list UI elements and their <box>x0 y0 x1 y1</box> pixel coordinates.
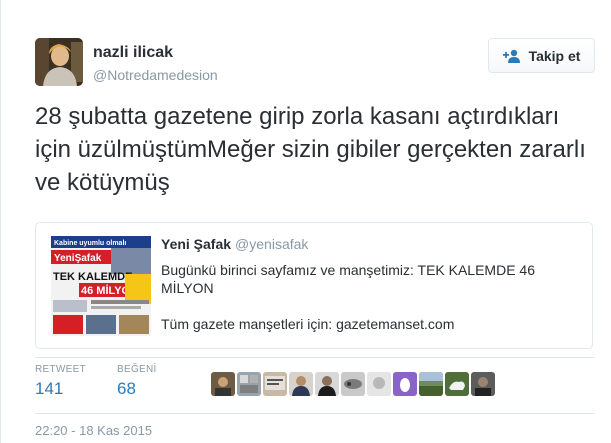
retweeter-avatar[interactable] <box>445 372 469 396</box>
retweeter-avatar[interactable] <box>237 372 261 396</box>
retweeter-avatar[interactable] <box>367 372 391 396</box>
retweeter-avatar[interactable] <box>419 372 443 396</box>
quoted-tweet[interactable]: Kabine uyumlu olmalı YeniŞafak TEK KALEM… <box>35 222 593 349</box>
follow-button[interactable]: Takip et <box>488 38 595 73</box>
retweeter-avatar[interactable] <box>315 372 339 396</box>
retweeter-avatar[interactable] <box>289 372 313 396</box>
tweet-card: nazli ilicak @Notredamedesion Takip et 2… <box>0 0 611 443</box>
quoted-tweet-line-2: Tüm gazete manşetleri için: gazetemanset… <box>161 316 455 332</box>
author-display-name[interactable]: nazli ilicak <box>93 44 173 62</box>
like-stat[interactable]: BEĞENİ 68 <box>117 364 157 399</box>
thumbnail-masthead: YeniŞafak <box>54 253 102 264</box>
like-label: BEĞENİ <box>117 364 157 375</box>
thumbnail-headline-1: TEK KALEMDE <box>53 271 132 283</box>
like-count: 68 <box>117 379 136 398</box>
stats-divider-top <box>35 357 595 358</box>
tweet-timestamp[interactable]: 22:20 - 18 Kas 2015 <box>35 423 152 438</box>
add-user-icon <box>502 49 520 63</box>
retweeter-avatars <box>211 372 495 396</box>
follow-button-label: Takip et <box>528 47 581 64</box>
retweeter-avatar[interactable] <box>211 372 235 396</box>
retweeter-avatar-egg[interactable] <box>393 372 417 396</box>
quoted-tweet-author[interactable]: Yeni Şafak @yenisafak <box>161 236 308 252</box>
retweeter-avatar[interactable] <box>341 372 365 396</box>
quoted-tweet-text: Bugünkü birinci sayfamız ve manşetimiz: … <box>161 261 581 333</box>
quoted-tweet-display-name: Yeni Şafak <box>161 236 232 252</box>
thumbnail-header-text: Kabine uyumlu olmalı <box>54 240 126 247</box>
stats-divider-bottom <box>35 413 595 414</box>
tweet-text: 28 şubatta gazetene girip zorla kasanı a… <box>35 103 586 196</box>
retweet-label: RETWEET <box>35 364 86 375</box>
retweet-stat[interactable]: RETWEET 141 <box>35 364 86 399</box>
retweeter-avatar[interactable] <box>263 372 287 396</box>
retweet-count: 141 <box>35 379 64 398</box>
author-screen-name[interactable]: @Notredamedesion <box>93 67 218 83</box>
quoted-tweet-line-1: Bugünkü birinci sayfamız ve manşetimiz: … <box>161 262 536 296</box>
quoted-tweet-screen-name: @yenisafak <box>235 236 309 252</box>
quoted-tweet-thumbnail[interactable]: Kabine uyumlu olmalı YeniŞafak TEK KALEM… <box>51 236 151 336</box>
retweeter-avatar[interactable] <box>471 372 495 396</box>
author-avatar[interactable] <box>35 38 83 86</box>
